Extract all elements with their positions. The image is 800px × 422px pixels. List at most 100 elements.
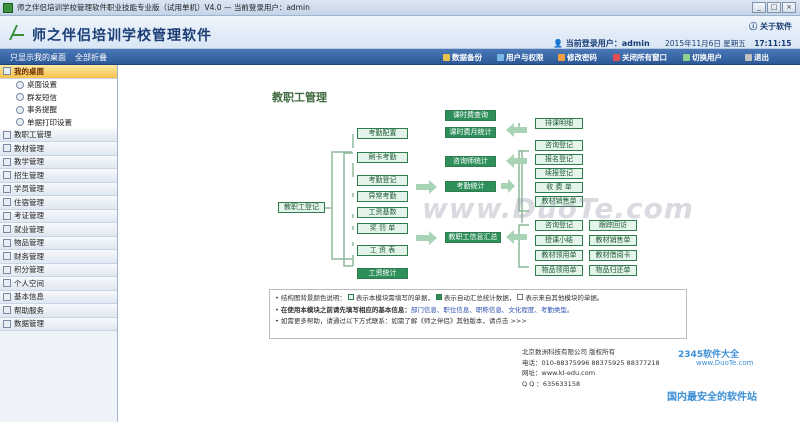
help-text[interactable]: 如需更多帮助，请通过以下方式联系：如需了解《师之伴侣》其他版本，请点击 >>>	[281, 317, 527, 325]
diagram-box-material-sales-2[interactable]: 教材销售单	[589, 235, 637, 246]
diagram-box-staff-register[interactable]: 教职工登记	[278, 202, 325, 213]
sidebar-section-materials[interactable]: 教材管理	[0, 142, 117, 156]
legend-line-help: • 如需更多帮助，请通过以下方式联系：如需了解《师之伴侣》其他版本，请点击 >>…	[275, 317, 527, 325]
switch-user-icon	[683, 54, 690, 61]
window-controls: _ □ ×	[752, 2, 796, 13]
sidebar-item-desktop-settings[interactable]: 桌面设置	[0, 78, 117, 91]
diagram-box-abnormal-attendance[interactable]: 异常考勤	[357, 191, 408, 202]
logout-button[interactable]: 退出	[745, 52, 769, 63]
close-button[interactable]: ×	[782, 2, 796, 13]
diagram-box-schedule[interactable]: 排课明细	[535, 118, 583, 129]
diagram-box-staff-summary[interactable]: 教职工信息汇总	[445, 232, 501, 243]
desktop-icon	[3, 67, 11, 76]
datetime: 2015年11月6日 星期五 17:11:15	[665, 38, 792, 49]
diagram-box-consult-register[interactable]: 咨询登记	[535, 140, 583, 151]
diagram-box-card-attendance[interactable]: 刷卡考勤	[357, 152, 408, 163]
sidebar-section-certification[interactable]: 考证管理	[0, 209, 117, 223]
diagram-box-attendance-stats[interactable]: 考勤统计	[445, 181, 496, 192]
sidebar-section-label: 我的桌面	[14, 66, 44, 76]
close-all-icon	[613, 54, 620, 61]
change-password-label: 修改密码	[567, 53, 597, 62]
app-header: 师之伴侣培训学校管理软件 ⓘ 关于软件 👤 当前登录用户：admin 2015年…	[0, 16, 800, 49]
backup-button[interactable]: 数据备份	[443, 52, 482, 63]
diagram-box-reward-punish[interactable]: 奖 罚 单	[357, 223, 408, 234]
sidebar-section-label: 招生管理	[14, 170, 44, 180]
diagram-box-goods-receive[interactable]: 物品领用单	[535, 265, 583, 276]
diagram-box-class-fee-query[interactable]: 课时费查询	[445, 110, 496, 121]
sidebar-item-label: 群发短信	[27, 92, 57, 102]
show-desktop-button[interactable]: 只显示我的桌面	[10, 52, 66, 63]
sidebar-section-staff[interactable]: 教职工管理	[0, 128, 117, 142]
printer-icon	[16, 118, 24, 127]
diagram-box-salary-base[interactable]: 工资基数	[357, 207, 408, 218]
info-icon	[3, 292, 11, 301]
users-icon	[497, 54, 504, 61]
lodging-icon	[3, 198, 11, 207]
app-logo	[9, 25, 24, 40]
current-user-label: 当前登录用户：admin	[565, 39, 650, 48]
sidebar-section-basic-info[interactable]: 基本信息	[0, 290, 117, 304]
diagram-box-consultant-stats[interactable]: 咨询师统计	[445, 156, 496, 167]
sidebar-item-sms[interactable]: 群发短信	[0, 91, 117, 104]
sidebar-item-label: 事务提醒	[27, 105, 57, 115]
diagram-box-teaching-notes[interactable]: 授课小结	[535, 235, 583, 246]
sidebar-item-reminders[interactable]: 事务提醒	[0, 103, 117, 116]
person-icon	[3, 279, 11, 288]
logout-label: 退出	[754, 53, 769, 62]
employment-icon	[3, 225, 11, 234]
diagram-box-goods-return[interactable]: 物品归还单	[589, 265, 637, 276]
sidebar-section-desktop[interactable]: 我的桌面	[0, 65, 117, 79]
sidebar-section-lodging[interactable]: 住宿管理	[0, 196, 117, 210]
sidebar-section-label: 基本信息	[14, 292, 44, 302]
diagram-box-salary-stats[interactable]: 工资统计	[357, 268, 408, 279]
sidebar-item-print-settings[interactable]: 单据打印设置	[0, 116, 117, 129]
about-link[interactable]: ⓘ 关于软件	[749, 21, 792, 32]
sidebar-section-employment[interactable]: 就业管理	[0, 223, 117, 237]
legend-notes: • 结构图背景颜色说明： 表示本模块需填写的单据， 表示自动汇总统计数据， 表示来自其…	[269, 289, 687, 339]
app-icon	[3, 2, 13, 13]
sidebar-section-finance[interactable]: 财务管理	[0, 250, 117, 264]
watermark-brand-url: www.DuoTe.com	[696, 359, 754, 367]
sidebar-section-help[interactable]: 帮助服务	[0, 304, 117, 318]
weekday-text: 星期五	[723, 39, 746, 48]
staff-icon	[3, 130, 11, 139]
users-button[interactable]: 用户与权限	[497, 52, 544, 63]
collapse-all-button[interactable]: 全部折叠	[75, 52, 107, 63]
sidebar-section-enrollment[interactable]: 招生管理	[0, 169, 117, 183]
diagram-box-material-receive[interactable]: 教材领用单	[535, 250, 583, 261]
company-website[interactable]: 网址：www.kl-edu.com	[522, 368, 660, 379]
diagram-box-material-return[interactable]: 教材借阅卡	[589, 250, 637, 261]
prereq-links[interactable]: 部门信息、职位信息、职称信息、文化程度、考勤类型。	[411, 306, 574, 314]
time-text: 17:11:15	[754, 39, 792, 48]
diagram-box-salary-sheet[interactable]: 工 资 表	[357, 245, 408, 256]
sidebar-section-label: 教学管理	[14, 157, 44, 167]
minimize-button[interactable]: _	[752, 2, 766, 13]
sidebar-section-students[interactable]: 学员管理	[0, 182, 117, 196]
sidebar-section-teaching[interactable]: 教学管理	[0, 155, 117, 169]
diagram-box-attendance-register[interactable]: 考勤登记	[357, 175, 408, 186]
diagram-connectors	[318, 123, 529, 268]
current-user: 👤 当前登录用户：admin	[553, 39, 650, 48]
diagram-box-class-fee-stats[interactable]: 课时费月统计	[445, 127, 496, 138]
diagram-box-continue-register[interactable]: 续报登记	[535, 168, 583, 179]
diagram-box-enroll-register[interactable]: 报名登记	[535, 154, 583, 165]
sidebar-section-label: 教材管理	[14, 143, 44, 153]
close-all-button[interactable]: 关闭所有窗口	[613, 52, 667, 63]
maximize-button[interactable]: □	[767, 2, 781, 13]
sidebar-section-data[interactable]: 数据管理	[0, 317, 117, 331]
switch-user-button[interactable]: 切换用户	[683, 52, 722, 63]
legend-line-colors: • 结构图背景颜色说明： 表示本模块需填写的单据， 表示自动汇总统计数据， 表示来自其…	[275, 294, 604, 302]
student-icon	[3, 184, 11, 193]
legend-prefix: 结构图背景颜色说明：	[280, 294, 346, 302]
sidebar-section-label: 就业管理	[14, 224, 44, 234]
change-password-button[interactable]: 修改密码	[558, 52, 597, 63]
sidebar-section-personal[interactable]: 个人空间	[0, 277, 117, 291]
sidebar-section-points[interactable]: 积分管理	[0, 263, 117, 277]
diagram-box-attendance-config[interactable]: 考勤配置	[357, 128, 408, 139]
sidebar: 我的桌面 桌面设置 群发短信 事务提醒 单据打印设置 教职工管理 教材管理 教学…	[0, 65, 118, 422]
sidebar-section-label: 个人空间	[14, 278, 44, 288]
help-icon	[3, 306, 11, 315]
sidebar-section-goods[interactable]: 物品管理	[0, 236, 117, 250]
switch-user-label: 切换用户	[692, 53, 722, 62]
reminder-icon	[16, 105, 24, 114]
